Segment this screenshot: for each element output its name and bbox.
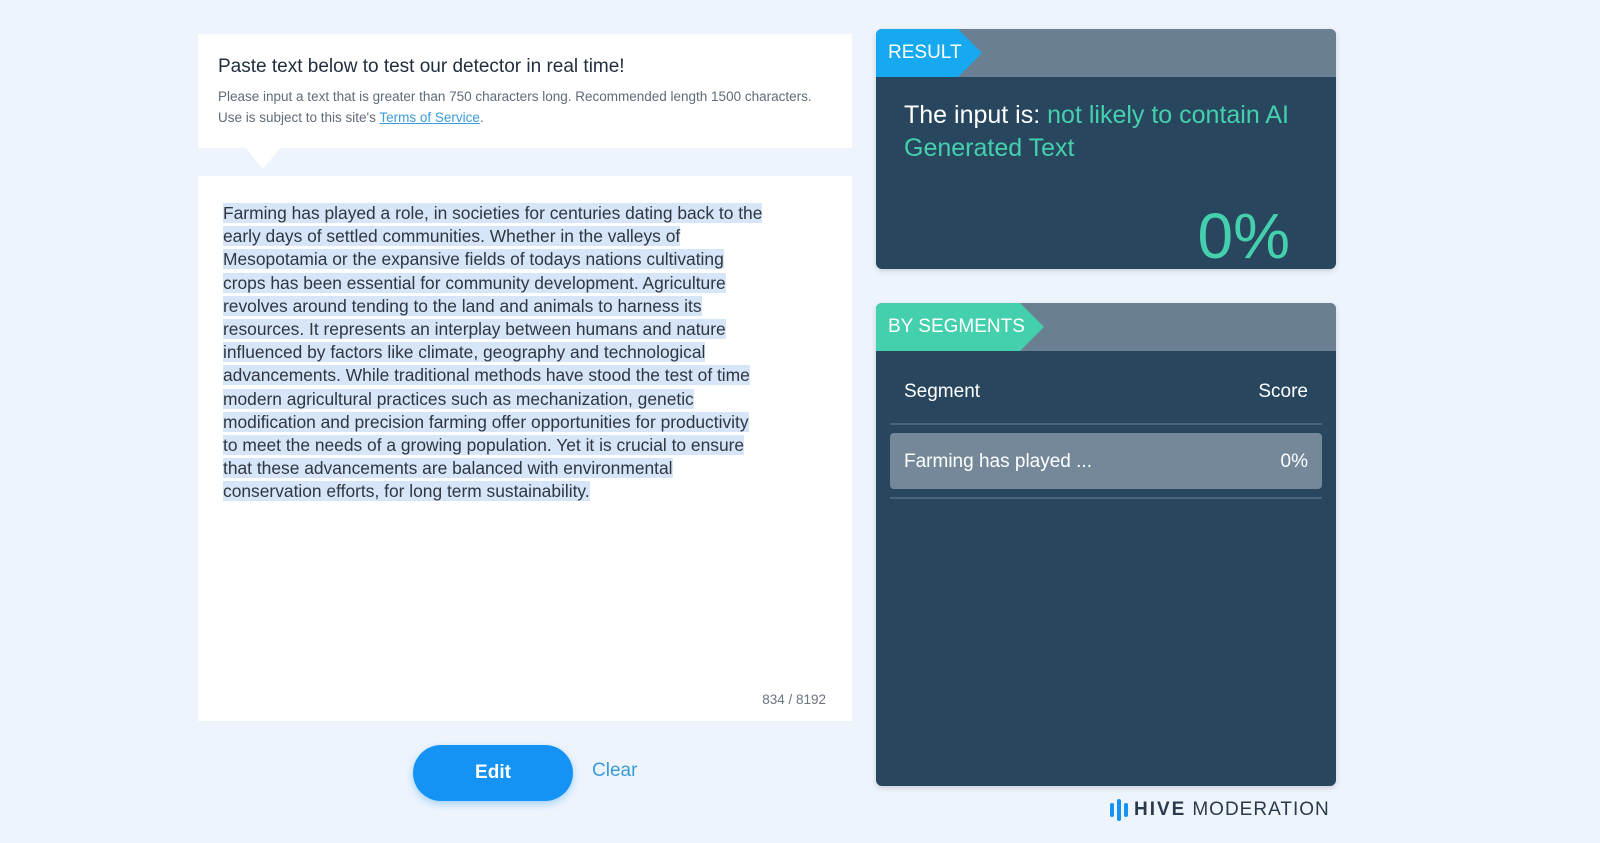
result-percentage: 0% [1197,200,1291,269]
input-line: to meet the needs of a growing populatio… [223,435,745,456]
character-counter: 834 / 8192 [762,692,826,707]
result-prefix: The input is: [904,101,1048,129]
edit-button[interactable]: Edit [413,745,573,801]
result-tag: RESULT [876,29,982,77]
result-panel-header: RESULT [876,29,1336,77]
table-row[interactable]: Farming has played ... 0% [890,433,1322,489]
instructions-card: Paste text below to test our detector in… [198,34,852,169]
segment-column-header: Segment [904,381,981,402]
segments-tag: BY SEGMENTS [876,303,1044,351]
input-line: crops has been essential for community d… [223,272,726,293]
clear-button[interactable]: Clear [592,760,637,782]
instructions-period: . [479,110,484,125]
input-line: that these advancements are balanced wit… [223,458,673,479]
input-line: resources. It represents an interplay be… [223,319,726,340]
input-line: Mesopotamia or the expansive fields of t… [223,249,724,270]
input-text[interactable]: Farming has played a role, in societies … [223,202,829,504]
input-line: early days of settled communities. Wheth… [223,226,681,247]
instructions-title: Paste text below to test our detector in… [218,56,625,77]
hive-logo-icon [1110,799,1128,821]
terms-of-service-link[interactable]: Terms of Service [379,110,480,125]
segment-score: 0% [1280,451,1308,472]
instructions-body: Please input a text that is greater than… [218,89,812,125]
logo-brand: HIVE [1134,799,1187,820]
segments-table-header: Segment Score [890,351,1322,425]
hive-moderation-logo: HIVE MODERATION [1110,797,1330,823]
logo-subtitle: MODERATION [1192,799,1330,820]
input-line: conservation efforts, for long term sust… [223,481,590,502]
input-line: Farming has played a role, in societies … [223,203,763,223]
text-input-area[interactable]: Farming has played a role, in societies … [198,176,852,721]
input-line: influenced by factors like climate, geog… [223,342,706,363]
segments-panel: BY SEGMENTS Segment Score Farming has pl… [876,303,1336,786]
input-line: advancements. While traditional methods … [223,365,750,386]
input-line: revolves around tending to the land and … [223,295,702,316]
input-line: modification and precision farming offer… [223,411,749,432]
result-text: The input is: not likely to contain AI G… [904,99,1314,165]
score-column-header: Score [1258,381,1308,402]
instructions-text: Please input a text that is greater than… [218,86,832,128]
divider [890,497,1322,499]
result-panel: RESULT The input is: not likely to conta… [876,29,1336,269]
segments-panel-header: BY SEGMENTS [876,303,1336,351]
input-line: modern agricultural practices such as me… [223,388,694,409]
segment-text: Farming has played ... [904,451,1092,472]
